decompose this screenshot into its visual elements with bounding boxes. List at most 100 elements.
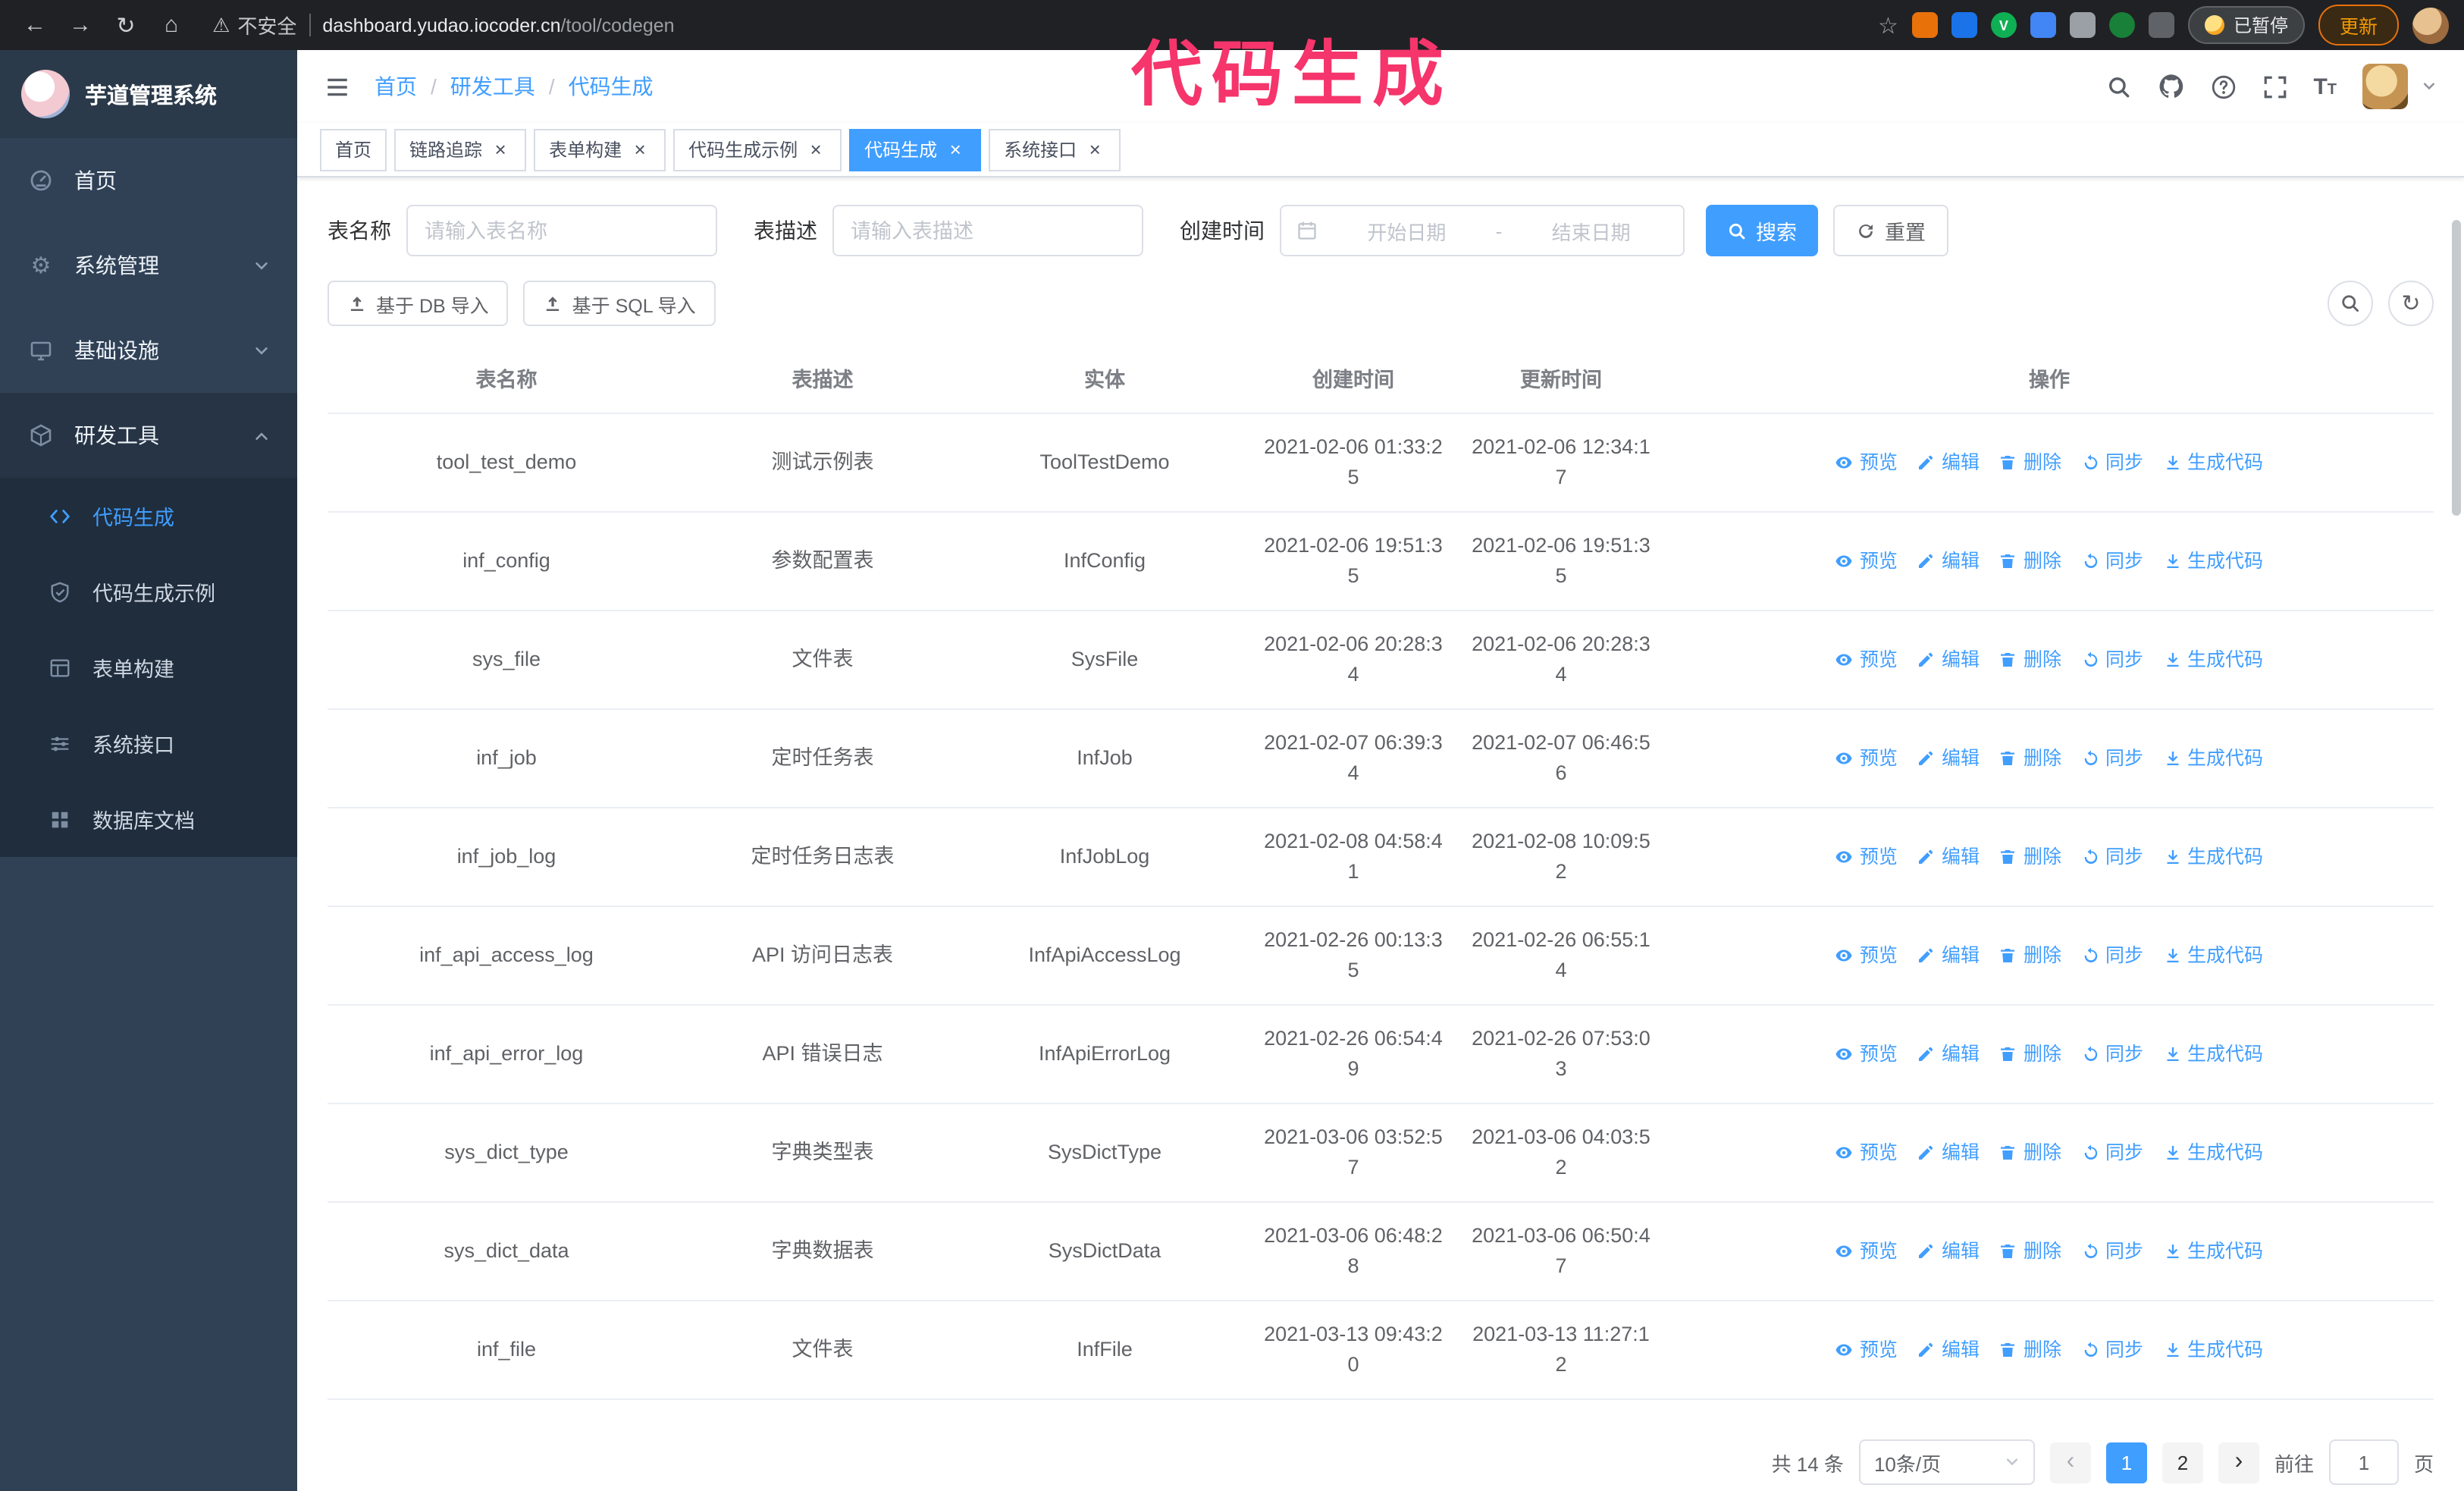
end-date-placeholder[interactable]: 结束日期 — [1514, 216, 1668, 245]
sidebar-item-system[interactable]: ⚙ 系统管理 — [0, 223, 297, 308]
goto-page-input[interactable] — [2328, 1439, 2399, 1485]
sync-link[interactable]: 同步 — [2081, 842, 2143, 872]
sync-link[interactable]: 同步 — [2081, 546, 2143, 576]
reset-button[interactable]: 重置 — [1833, 205, 1948, 256]
sidebar-toggle-icon[interactable] — [324, 74, 350, 99]
tab[interactable]: 代码生成 × — [849, 128, 982, 171]
browser-update-button[interactable]: 更新 — [2318, 5, 2399, 46]
sync-link[interactable]: 同步 — [2081, 1138, 2143, 1168]
delete-link[interactable]: 删除 — [1999, 447, 2061, 478]
page-button-1[interactable]: 1 — [2105, 1442, 2147, 1483]
help-icon[interactable] — [2210, 74, 2236, 99]
sync-link[interactable]: 同步 — [2081, 940, 2143, 971]
delete-link[interactable]: 删除 — [1999, 1039, 2061, 1069]
generate-code-link[interactable]: 生成代码 — [2163, 743, 2263, 774]
sidebar-item-form-builder[interactable]: 表单构建 — [0, 629, 297, 705]
back-button[interactable]: ← — [15, 5, 55, 45]
breadcrumb-devtools[interactable]: 研发工具 — [450, 71, 535, 102]
tab[interactable]: 代码生成示例 × — [673, 128, 842, 171]
sync-link[interactable]: 同步 — [2081, 743, 2143, 774]
edit-link[interactable]: 编辑 — [1917, 645, 1980, 675]
generate-code-link[interactable]: 生成代码 — [2163, 842, 2263, 872]
delete-link[interactable]: 删除 — [1999, 1335, 2061, 1365]
forward-button[interactable]: → — [61, 5, 100, 45]
date-range-picker[interactable]: 开始日期 - 结束日期 — [1280, 205, 1685, 256]
edit-link[interactable]: 编辑 — [1917, 842, 1980, 872]
extension-icon[interactable] — [1911, 12, 1938, 38]
edit-link[interactable]: 编辑 — [1917, 447, 1980, 478]
delete-link[interactable]: 删除 — [1999, 940, 2061, 971]
sync-link[interactable]: 同步 — [2081, 1335, 2143, 1365]
tab[interactable]: 首页 — [320, 128, 387, 171]
tab-close-icon[interactable]: × — [1084, 139, 1105, 160]
edit-link[interactable]: 编辑 — [1917, 1236, 1980, 1267]
delete-link[interactable]: 删除 — [1999, 546, 2061, 576]
import-sql-button[interactable]: 基于 SQL 导入 — [523, 281, 716, 326]
reload-button[interactable]: ↻ — [106, 5, 146, 45]
chevron-down-icon[interactable] — [2422, 79, 2437, 94]
extension-icon[interactable] — [2069, 12, 2096, 38]
generate-code-link[interactable]: 生成代码 — [2163, 1039, 2263, 1069]
app-logo[interactable]: 芋道管理系统 — [0, 50, 297, 138]
preview-link[interactable]: 预览 — [1835, 1138, 1898, 1168]
start-date-placeholder[interactable]: 开始日期 — [1330, 216, 1484, 245]
toggle-search-button[interactable] — [2328, 281, 2373, 326]
next-page-button[interactable]: › — [2218, 1442, 2259, 1483]
not-secure-warning[interactable]: ⚠ 不安全 — [212, 11, 296, 39]
generate-code-link[interactable]: 生成代码 — [2163, 447, 2263, 478]
puzzle-extension-icon[interactable] — [2148, 12, 2174, 38]
edit-link[interactable]: 编辑 — [1917, 1039, 1980, 1069]
tab-close-icon[interactable]: × — [805, 139, 826, 160]
search-button[interactable]: 搜索 — [1706, 205, 1818, 256]
extension-icon[interactable]: V — [1990, 12, 2017, 38]
generate-code-link[interactable]: 生成代码 — [2163, 546, 2263, 576]
address-bar[interactable]: ⚠ 不安全 dashboard.yudao.iocoder.cn/tool/co… — [212, 11, 675, 39]
page-button-2[interactable]: 2 — [2161, 1442, 2203, 1483]
sync-link[interactable]: 同步 — [2081, 645, 2143, 675]
table-desc-input[interactable] — [832, 205, 1143, 256]
fullscreen-icon[interactable] — [2262, 74, 2287, 99]
preview-link[interactable]: 预览 — [1835, 645, 1898, 675]
paused-badge[interactable]: 已暂停 — [2187, 6, 2305, 44]
delete-link[interactable]: 删除 — [1999, 1138, 2061, 1168]
tab-close-icon[interactable]: × — [629, 139, 650, 160]
generate-code-link[interactable]: 生成代码 — [2163, 645, 2263, 675]
tab[interactable]: 表单构建 × — [534, 128, 666, 171]
browser-profile-avatar[interactable] — [2412, 7, 2449, 43]
font-size-icon[interactable]: TT — [2313, 75, 2337, 98]
sync-link[interactable]: 同步 — [2081, 447, 2143, 478]
bookmark-star-icon[interactable]: ☆ — [1878, 11, 1898, 39]
edit-link[interactable]: 编辑 — [1917, 743, 1980, 774]
edit-link[interactable]: 编辑 — [1917, 940, 1980, 971]
github-icon[interactable] — [2157, 73, 2184, 100]
sidebar-item-db-doc[interactable]: 数据库文档 — [0, 781, 297, 857]
sidebar-item-codegen[interactable]: 代码生成 — [0, 478, 297, 554]
import-db-button[interactable]: 基于 DB 导入 — [328, 281, 509, 326]
generate-code-link[interactable]: 生成代码 — [2163, 1335, 2263, 1365]
sidebar-item-devtools[interactable]: 研发工具 — [0, 393, 297, 478]
preview-link[interactable]: 预览 — [1835, 842, 1898, 872]
sidebar-item-system-api[interactable]: 系统接口 — [0, 705, 297, 781]
scrollbar-thumb[interactable] — [2452, 220, 2461, 516]
delete-link[interactable]: 删除 — [1999, 842, 2061, 872]
breadcrumb-home[interactable]: 首页 — [375, 71, 417, 102]
sidebar-item-codegen-example[interactable]: 代码生成示例 — [0, 554, 297, 629]
delete-link[interactable]: 删除 — [1999, 1236, 2061, 1267]
search-icon[interactable] — [2105, 74, 2131, 99]
preview-link[interactable]: 预览 — [1835, 1335, 1898, 1365]
generate-code-link[interactable]: 生成代码 — [2163, 1236, 2263, 1267]
tab-close-icon[interactable]: × — [490, 139, 511, 160]
user-avatar[interactable] — [2362, 64, 2408, 109]
sync-link[interactable]: 同步 — [2081, 1236, 2143, 1267]
preview-link[interactable]: 预览 — [1835, 940, 1898, 971]
edit-link[interactable]: 编辑 — [1917, 1138, 1980, 1168]
preview-link[interactable]: 预览 — [1835, 447, 1898, 478]
tab-close-icon[interactable]: × — [945, 139, 966, 160]
preview-link[interactable]: 预览 — [1835, 743, 1898, 774]
extension-icon[interactable] — [2030, 12, 2056, 38]
page-size-select[interactable]: 10条/页 — [1858, 1439, 2035, 1485]
edit-link[interactable]: 编辑 — [1917, 546, 1980, 576]
refresh-button[interactable]: ↻ — [2388, 281, 2434, 326]
table-name-input[interactable] — [406, 205, 717, 256]
sidebar-item-home[interactable]: 首页 — [0, 138, 297, 223]
